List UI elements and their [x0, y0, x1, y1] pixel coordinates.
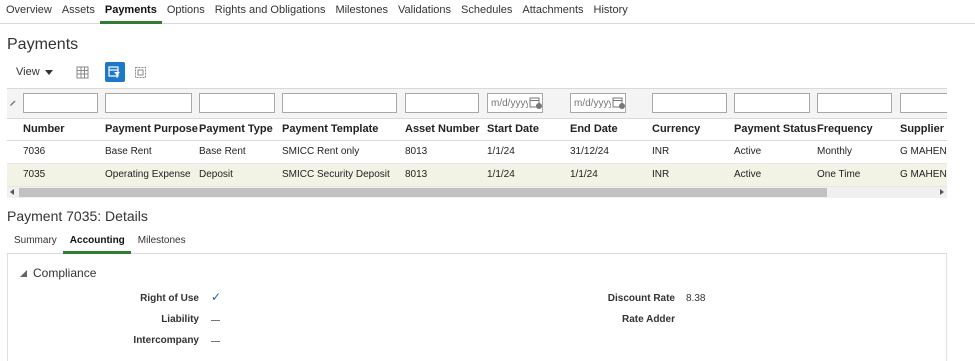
- intercompany-value-empty: [211, 341, 220, 342]
- cell-currency: INR: [652, 169, 670, 180]
- cell-supplier: G MAHEND: [900, 169, 947, 180]
- filter-start-date-input[interactable]: [488, 95, 528, 111]
- tab-history[interactable]: History: [589, 0, 633, 24]
- caret-down-icon: [44, 69, 53, 75]
- tab-milestones-details[interactable]: Milestones: [131, 232, 192, 254]
- cell-asset-number: 8013: [405, 169, 428, 180]
- cell-payment-type: Base Rent: [199, 146, 246, 157]
- page-title: Payments: [7, 36, 79, 53]
- details-title: Payment 7035: Details: [7, 208, 148, 224]
- view-menu-label: View: [16, 66, 40, 78]
- right-of-use-check-icon: ✓: [211, 290, 222, 304]
- view-menu[interactable]: View: [16, 66, 53, 78]
- cell-number: 7035: [23, 169, 46, 180]
- scroll-right-icon[interactable]: [940, 189, 944, 195]
- cell-payment-purpose: Base Rent: [105, 146, 152, 157]
- filter-number-input[interactable]: [23, 93, 98, 113]
- freeze-columns-icon[interactable]: [73, 62, 93, 82]
- column-header-supplier[interactable]: Supplier: [900, 123, 944, 135]
- cell-asset-number: 8013: [405, 146, 428, 157]
- scroll-left-icon[interactable]: [10, 189, 14, 195]
- filter-payment-template-input[interactable]: [282, 93, 397, 113]
- discount-rate-label: Discount Rate: [607, 293, 675, 304]
- top-tab-bar: Overview Assets Payments Options Rights …: [0, 0, 975, 24]
- cell-payment-type: Deposit: [199, 169, 233, 180]
- tab-accounting[interactable]: Accounting: [62, 232, 131, 254]
- column-header-start-date[interactable]: Start Date: [487, 123, 539, 135]
- column-header-payment-status[interactable]: Payment Status: [734, 123, 817, 135]
- tab-summary[interactable]: Summary: [7, 232, 63, 254]
- tab-schedules[interactable]: Schedules: [456, 0, 517, 24]
- filter-payment-status-input[interactable]: [734, 93, 810, 113]
- table-header-row: Number Payment Purpose Payment Type Paym…: [7, 119, 947, 141]
- collapse-triangle-icon[interactable]: [20, 269, 27, 277]
- liability-label: Liability: [161, 314, 199, 325]
- scrollbar-thumb[interactable]: [19, 188, 827, 197]
- cell-payment-purpose: Operating Expense: [105, 169, 191, 180]
- filter-payment-type-input[interactable]: [199, 93, 275, 113]
- cell-payment-template: SMICC Security Deposit: [282, 169, 390, 180]
- detach-icon[interactable]: [131, 62, 151, 82]
- calendar-icon[interactable]: [612, 96, 626, 110]
- column-header-payment-purpose[interactable]: Payment Purpose: [105, 123, 198, 135]
- details-tab-bar: Summary Accounting Milestones: [7, 232, 947, 254]
- section-title: Compliance: [33, 266, 97, 280]
- cell-frequency: Monthly: [817, 146, 853, 157]
- tab-overview[interactable]: Overview: [1, 0, 57, 24]
- edit-pencil-icon: [9, 98, 17, 110]
- query-by-example-icon[interactable]: [104, 62, 125, 82]
- filter-payment-purpose-input[interactable]: [105, 93, 192, 113]
- filter-end-date-field: [570, 93, 626, 113]
- compliance-section: Compliance Right of Use ✓ Liability Inte…: [7, 254, 947, 361]
- cell-currency: INR: [652, 146, 670, 157]
- tab-validations[interactable]: Validations: [393, 0, 456, 24]
- tab-rights-and-obligations[interactable]: Rights and Obligations: [210, 0, 331, 24]
- cell-supplier: G MAHEND: [900, 146, 947, 157]
- calendar-icon[interactable]: [529, 96, 543, 110]
- filter-row: [7, 89, 947, 119]
- cell-number: 7036: [23, 146, 46, 157]
- tab-milestones[interactable]: Milestones: [330, 0, 393, 24]
- tab-assets[interactable]: Assets: [57, 0, 100, 24]
- filter-frequency-input[interactable]: [817, 93, 892, 113]
- compliance-section-header[interactable]: Compliance: [20, 266, 96, 280]
- tab-attachments[interactable]: Attachments: [517, 0, 588, 24]
- column-header-end-date[interactable]: End Date: [570, 123, 618, 135]
- cell-payment-status: Active: [734, 169, 762, 180]
- payments-table: Number Payment Purpose Payment Type Paym…: [7, 88, 947, 200]
- filter-supplier-input[interactable]: [900, 93, 947, 113]
- discount-rate-value: 8.38: [686, 293, 706, 304]
- table-row[interactable]: 7035 Operating Expense Deposit SMICC Sec…: [7, 164, 947, 187]
- filter-start-date-field: [487, 93, 543, 113]
- cell-frequency: One Time: [817, 169, 861, 180]
- column-header-frequency[interactable]: Frequency: [817, 123, 873, 135]
- column-header-asset-number[interactable]: Asset Number: [405, 123, 480, 135]
- column-header-payment-type[interactable]: Payment Type: [199, 123, 273, 135]
- cell-payment-status: Active: [734, 146, 762, 157]
- table-toolbar: View: [8, 62, 157, 82]
- column-header-payment-template[interactable]: Payment Template: [282, 123, 378, 135]
- tab-payments[interactable]: Payments: [99, 0, 162, 24]
- column-header-currency[interactable]: Currency: [652, 123, 700, 135]
- filter-end-date-input[interactable]: [571, 95, 611, 111]
- cell-start-date: 1/1/24: [487, 146, 515, 157]
- rate-adder-label: Rate Adder: [622, 314, 675, 325]
- horizontal-scrollbar[interactable]: [7, 187, 947, 198]
- cell-start-date: 1/1/24: [487, 169, 515, 180]
- column-header-number[interactable]: Number: [23, 123, 65, 135]
- filter-asset-number-input[interactable]: [405, 93, 479, 113]
- table-row[interactable]: 7036 Base Rent Base Rent SMICC Rent only…: [7, 141, 947, 164]
- liability-value-empty: [211, 320, 220, 321]
- cell-payment-template: SMICC Rent only: [282, 146, 360, 157]
- intercompany-label: Intercompany: [133, 335, 199, 346]
- filter-currency-input[interactable]: [652, 93, 727, 113]
- cell-end-date: 31/12/24: [570, 146, 609, 157]
- right-of-use-label: Right of Use: [140, 293, 199, 304]
- tab-options[interactable]: Options: [162, 0, 210, 24]
- cell-end-date: 1/1/24: [570, 169, 598, 180]
